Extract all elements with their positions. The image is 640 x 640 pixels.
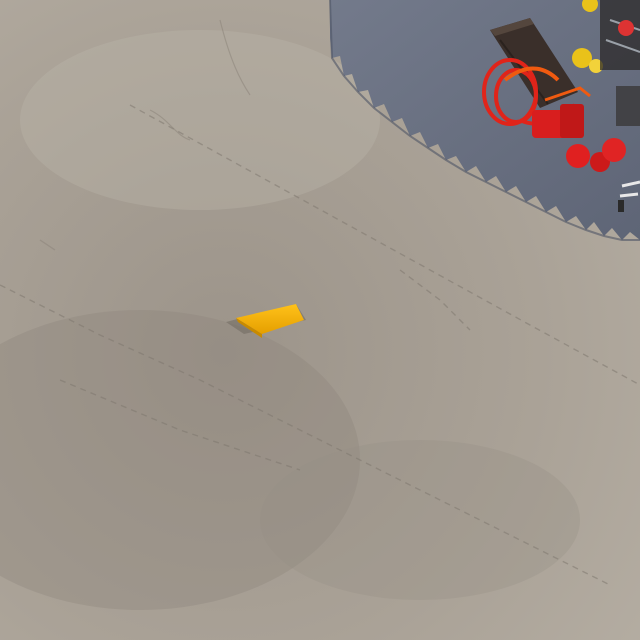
floor-highlight bbox=[20, 30, 380, 210]
floor-shadow bbox=[260, 440, 580, 600]
field-photo bbox=[0, 0, 640, 640]
field-photo-svg bbox=[0, 0, 640, 640]
